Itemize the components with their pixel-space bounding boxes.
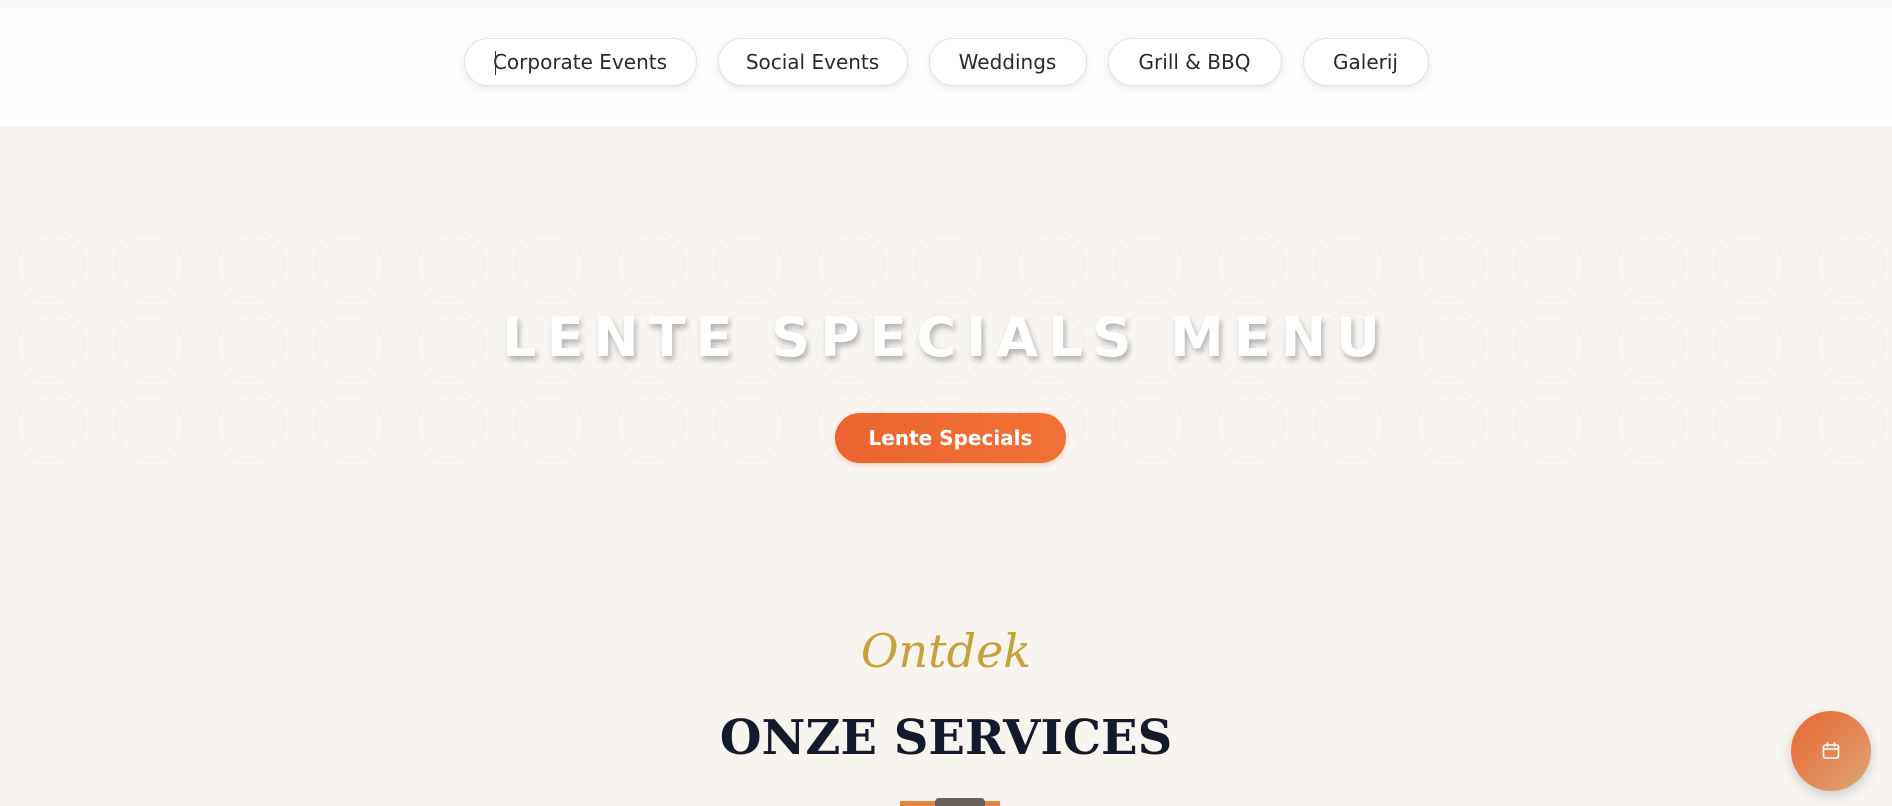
hero-title: LENTE SPECIALS MENU [502,306,1390,369]
services-script-label: Ontdek [860,624,1032,678]
category-nav-bar: Corporate Events Social Events Weddings … [0,0,1892,126]
booking-calendar-button[interactable] [1791,711,1871,791]
pill-corporate-events[interactable]: Corporate Events [463,38,697,86]
pill-galerij[interactable]: Galerij [1302,38,1429,86]
lente-specials-button[interactable]: Lente Specials [835,413,1066,463]
category-pill-row: Corporate Events Social Events Weddings … [0,38,1892,86]
pill-grill-bbq[interactable]: Grill & BBQ [1107,38,1282,86]
pill-label: Weddings [958,50,1057,74]
hero-section: LENTE SPECIALS MENU Lente Specials [0,126,1892,540]
pill-label: Grill & BBQ [1138,50,1251,74]
services-title: ONZE SERVICES [719,710,1173,766]
pill-social-events[interactable]: Social Events [717,38,908,86]
pill-label: Galerij [1333,50,1398,74]
divider-ornament [935,798,985,806]
pill-weddings[interactable]: Weddings [928,38,1087,86]
pill-label: Social Events [745,50,880,74]
pill-label: Corporate Events [492,50,668,74]
calendar-icon [1822,742,1840,759]
text-caret [494,51,496,75]
page: Corporate Events Social Events Weddings … [0,0,1892,806]
